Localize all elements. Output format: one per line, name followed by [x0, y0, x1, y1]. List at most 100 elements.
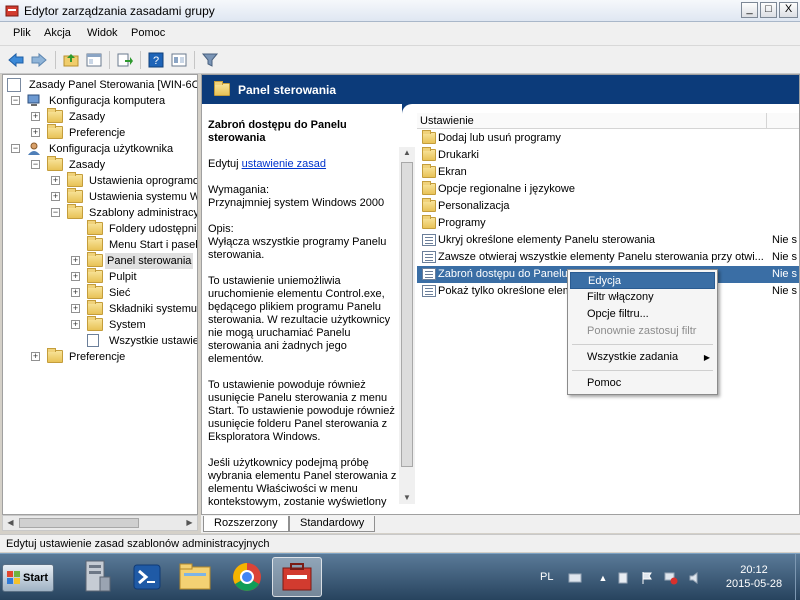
title-bar: Edytor zarządzania zasadami grupy _ □ X [0, 0, 800, 22]
volume-icon[interactable] [688, 571, 702, 585]
folder-icon [47, 156, 63, 171]
list-item[interactable]: Personalizacja [417, 198, 799, 215]
collapse-expander[interactable]: − [11, 96, 20, 105]
show-desktop-button[interactable] [795, 554, 800, 600]
taskbar-chrome[interactable] [222, 557, 272, 597]
policy-setting-icon [422, 268, 436, 280]
keyboard-language[interactable]: PL [540, 571, 553, 583]
taskbar-explorer[interactable] [170, 557, 220, 597]
expand-expander[interactable]: + [71, 304, 80, 313]
explorer-folder-icon [179, 563, 211, 590]
list-item[interactable]: Ekran [417, 164, 799, 181]
filter-icon[interactable] [201, 51, 219, 69]
scroll-thumb[interactable] [19, 518, 139, 528]
menu-item-edit[interactable]: Edycja [570, 272, 715, 289]
expand-expander[interactable]: + [71, 272, 80, 281]
collapse-expander[interactable]: − [11, 144, 20, 153]
expand-expander[interactable]: + [71, 288, 80, 297]
close-button[interactable]: X [779, 2, 798, 18]
menu-item-filter-options[interactable]: Opcje filtru... [570, 306, 715, 323]
network-disconnected-icon[interactable] [664, 571, 678, 585]
expand-expander[interactable]: + [51, 192, 60, 201]
tab-extended[interactable]: Rozszerzony [203, 516, 289, 532]
folder-icon [87, 284, 103, 299]
tab-standard[interactable]: Standardowy [289, 516, 376, 532]
policy-document-icon [7, 78, 21, 92]
svg-text:?: ? [153, 55, 159, 67]
window-title: Edytor zarządzania zasadami grupy [24, 4, 215, 18]
scroll-thumb[interactable] [401, 162, 413, 467]
back-arrow-icon[interactable] [7, 51, 25, 69]
description-scrollbar[interactable]: ▲ ▼ [399, 147, 415, 504]
policy-setting-icon [422, 285, 436, 297]
description-paragraph: To ustawienie uniemożliwia uruchomienie … [208, 275, 391, 365]
settings-list-header: Ustawienie [417, 113, 799, 129]
menu-akcja[interactable]: Akcja [44, 27, 71, 39]
taskbar-powershell[interactable] [122, 557, 172, 597]
list-item[interactable]: Dodaj lub usuń programy [417, 130, 799, 147]
expand-expander[interactable]: + [71, 320, 80, 329]
folder-icon [67, 188, 83, 203]
folder-icon [87, 252, 103, 267]
menu-item-all-tasks[interactable]: Wszystkie zadania ▶ [570, 349, 715, 366]
list-item[interactable]: Programy [417, 215, 799, 232]
menu-bar: Plik Akcja Widok Pomoc [0, 22, 800, 46]
gpo-editor-icon [282, 563, 312, 591]
expand-expander[interactable]: + [71, 256, 80, 265]
expand-expander[interactable]: + [31, 112, 40, 121]
folder-icon [422, 164, 436, 178]
expand-expander[interactable]: + [51, 176, 60, 185]
maximize-button[interactable]: □ [760, 2, 777, 18]
forward-arrow-icon[interactable] [30, 51, 48, 69]
clock-date: 2015-05-28 [725, 578, 783, 590]
help-icon[interactable]: ? [147, 51, 165, 69]
edit-policy-link[interactable]: ustawienie zasad [242, 158, 326, 170]
list-item[interactable]: Ukryj określone elementy Panelu sterowan… [417, 232, 799, 249]
taskbar: Start PL ▲ 20:12 2015-05-28 [0, 553, 800, 600]
export-list-icon[interactable] [116, 51, 134, 69]
folder-icon [47, 108, 63, 123]
show-hidden-icons-icon[interactable]: ▲ [596, 571, 610, 585]
scroll-up-icon[interactable]: ▲ [399, 147, 415, 159]
show-hide-tree-icon[interactable] [85, 51, 103, 69]
submenu-arrow-icon: ▶ [703, 353, 710, 362]
list-item[interactable]: Opcje regionalne i językowe [417, 181, 799, 198]
collapse-expander[interactable]: − [51, 208, 60, 217]
properties-icon[interactable] [170, 51, 188, 69]
toolbar: ? [0, 46, 800, 74]
column-setting[interactable]: Ustawienie [417, 113, 767, 129]
start-button[interactable]: Start [2, 564, 54, 592]
folder-icon [87, 220, 103, 235]
folder-icon [67, 172, 83, 187]
folder-icon [47, 124, 63, 139]
expand-expander[interactable]: + [31, 352, 40, 361]
menu-plik[interactable]: Plik [13, 27, 31, 39]
menu-pomoc[interactable]: Pomoc [131, 27, 165, 39]
list-item[interactable]: Drukarki [417, 147, 799, 164]
folder-icon [87, 236, 103, 251]
tree-horizontal-scrollbar[interactable]: ◀ ▶ [2, 515, 198, 531]
menu-item-reapply-filter: Ponownie zastosuj filtr [587, 325, 697, 337]
menu-item-filter-on[interactable]: Filtr włączony [570, 289, 715, 306]
description-paragraph: To ustawienie powoduje również usunięcie… [208, 379, 395, 443]
system-clock[interactable]: 20:12 2015-05-28 [714, 563, 794, 591]
taskbar-gpo-editor[interactable] [272, 557, 322, 597]
scroll-right-icon[interactable]: ▶ [182, 516, 197, 530]
keyboard-icon[interactable] [568, 571, 582, 585]
collapse-expander[interactable]: − [31, 160, 40, 169]
setting-state: Nie s [772, 251, 798, 263]
gpo-editor-icon [5, 5, 19, 17]
folder-icon [422, 130, 436, 144]
up-folder-icon[interactable] [62, 51, 80, 69]
menu-item-help[interactable]: Pomoc [570, 375, 715, 392]
list-item[interactable]: Zawsze otwieraj wszystkie elementy Panel… [417, 249, 799, 266]
taskbar-server-manager[interactable] [72, 557, 122, 597]
minimize-button[interactable]: _ [741, 2, 758, 18]
scroll-left-icon[interactable]: ◀ [3, 516, 18, 530]
flag-icon[interactable] [640, 571, 654, 585]
action-center-icon[interactable] [616, 571, 630, 585]
scroll-down-icon[interactable]: ▼ [399, 492, 415, 504]
setting-state: Nie s [772, 268, 798, 280]
menu-widok[interactable]: Widok [87, 27, 118, 39]
expand-expander[interactable]: + [31, 128, 40, 137]
